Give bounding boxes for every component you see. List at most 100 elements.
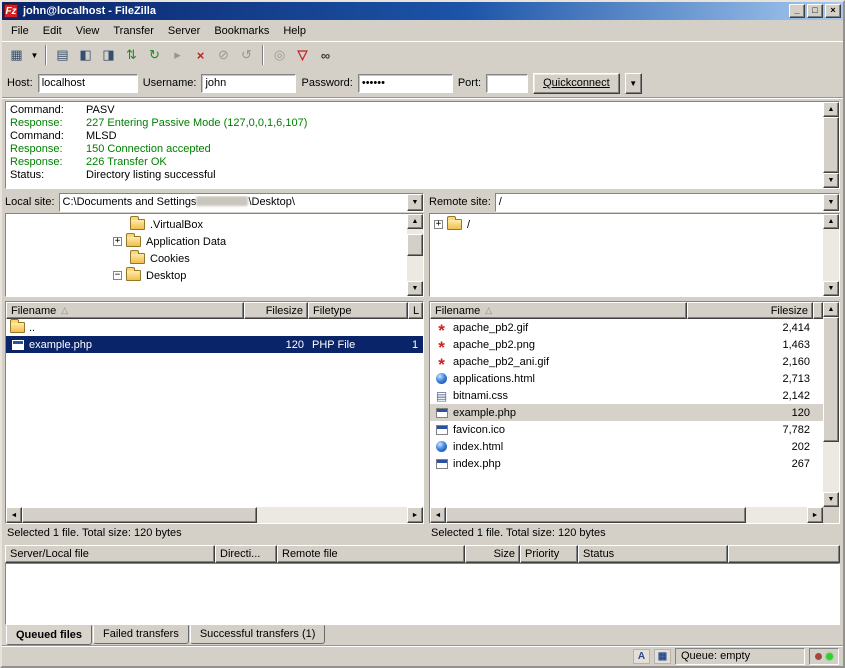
- site-manager-dropdown-icon[interactable]: ▼: [28, 44, 41, 66]
- column-header-truncated[interactable]: L: [408, 302, 423, 319]
- column-header-priority[interactable]: Priority: [520, 545, 578, 563]
- column-header-remote-file[interactable]: Remote file: [277, 545, 465, 563]
- toggle-remote-tree-icon[interactable]: ◨: [97, 44, 120, 66]
- file-row[interactable]: ..: [6, 319, 423, 336]
- queue-list[interactable]: [5, 563, 840, 625]
- combo-dropdown-icon[interactable]: ▼: [823, 194, 839, 211]
- file-row[interactable]: *apache_pb2.gif2,414: [430, 319, 823, 336]
- menu-edit[interactable]: Edit: [36, 22, 69, 40]
- menu-bookmarks[interactable]: Bookmarks: [207, 22, 276, 40]
- file-row-selected[interactable]: example.php120: [430, 404, 823, 421]
- scrollbar-thumb[interactable]: [22, 507, 257, 523]
- remote-list-scrollbar[interactable]: ▲ ▼: [823, 302, 839, 523]
- scrollbar-thumb[interactable]: [446, 507, 746, 523]
- column-header-filename[interactable]: Filename△: [6, 302, 244, 319]
- file-row[interactable]: applications.html2,713: [430, 370, 823, 387]
- remote-list-hscrollbar[interactable]: ◄ ►: [430, 507, 823, 523]
- local-site-combo[interactable]: C:\Documents and Settings\Desktop\ ▼: [59, 193, 424, 212]
- reconnect-icon[interactable]: ↺: [235, 44, 258, 66]
- column-header-direction[interactable]: Directi...: [215, 545, 277, 563]
- scrollbar-thumb[interactable]: [823, 117, 839, 173]
- quickconnect-button[interactable]: Quickconnect: [533, 73, 620, 94]
- remote-status-text: Selected 1 file. Total size: 120 bytes: [429, 524, 840, 542]
- file-row[interactable]: index.php267: [430, 455, 823, 472]
- folder-icon: [447, 219, 462, 230]
- column-header-filetype[interactable]: Filetype: [308, 302, 408, 319]
- filter-icon[interactable]: ▽: [291, 44, 314, 66]
- column-header-filename[interactable]: Filename△: [430, 302, 687, 319]
- tab-failed-transfers[interactable]: Failed transfers: [93, 625, 189, 644]
- password-input[interactable]: [358, 74, 453, 93]
- scroll-up-icon[interactable]: ▲: [823, 214, 839, 229]
- local-tree-scrollbar[interactable]: ▲ ▼: [407, 214, 423, 296]
- menu-bar: File Edit View Transfer Server Bookmarks…: [2, 20, 843, 41]
- file-row-selected[interactable]: example.php 120 PHP File 1: [6, 336, 423, 353]
- process-queue-icon[interactable]: ▸: [166, 44, 189, 66]
- file-row[interactable]: favicon.ico7,782: [430, 421, 823, 438]
- scroll-down-icon[interactable]: ▼: [823, 492, 839, 507]
- scroll-down-icon[interactable]: ▼: [823, 173, 839, 188]
- username-input[interactable]: [201, 74, 296, 93]
- find-files-icon[interactable]: ∞: [314, 44, 337, 66]
- toggle-message-log-icon[interactable]: ▤: [51, 44, 74, 66]
- menu-help[interactable]: Help: [276, 22, 313, 40]
- file-row[interactable]: ▤bitnami.css2,142: [430, 387, 823, 404]
- menu-file[interactable]: File: [4, 22, 36, 40]
- expand-icon[interactable]: +: [113, 237, 122, 246]
- tab-successful-transfers[interactable]: Successful transfers (1): [190, 625, 326, 644]
- directory-comparison-icon[interactable]: ◎: [268, 44, 291, 66]
- expand-icon[interactable]: +: [434, 220, 443, 229]
- minimize-button[interactable]: _: [789, 4, 805, 18]
- tree-item[interactable]: Cookies: [6, 250, 407, 267]
- tree-item[interactable]: .VirtualBox: [6, 216, 407, 233]
- column-header-status[interactable]: Status: [578, 545, 728, 563]
- scrollbar-thumb[interactable]: [823, 317, 839, 442]
- toggle-queue-icon[interactable]: ⇅: [120, 44, 143, 66]
- local-status-text: Selected 1 file. Total size: 120 bytes: [5, 524, 424, 542]
- port-input[interactable]: [486, 74, 528, 93]
- file-row[interactable]: *apache_pb2_ani.gif2,160: [430, 353, 823, 370]
- tree-item[interactable]: +Application Data: [6, 233, 407, 250]
- remote-tree-scrollbar[interactable]: ▲ ▼: [823, 214, 839, 296]
- combo-dropdown-icon[interactable]: ▼: [407, 194, 423, 211]
- column-header-filesize[interactable]: Filesize: [687, 302, 813, 319]
- disconnect-icon[interactable]: ⊘: [212, 44, 235, 66]
- tab-queued-files[interactable]: Queued files: [6, 625, 92, 645]
- menu-view[interactable]: View: [69, 22, 107, 40]
- quickconnect-dropdown-icon[interactable]: ▼: [625, 73, 642, 94]
- toggle-local-tree-icon[interactable]: ◧: [74, 44, 97, 66]
- refresh-icon[interactable]: ↻: [143, 44, 166, 66]
- column-header-server-local-file[interactable]: Server/Local file: [5, 545, 215, 563]
- scroll-down-icon[interactable]: ▼: [823, 281, 839, 296]
- file-row[interactable]: index.html202: [430, 438, 823, 455]
- toolbar-separator: [262, 45, 264, 65]
- host-input[interactable]: [38, 74, 138, 93]
- scroll-up-icon[interactable]: ▲: [823, 302, 839, 317]
- remote-site-combo[interactable]: / ▼: [495, 193, 840, 212]
- scroll-left-icon[interactable]: ◄: [6, 507, 22, 523]
- maximize-button[interactable]: □: [807, 4, 823, 18]
- scroll-down-icon[interactable]: ▼: [407, 281, 423, 296]
- remote-pane: Remote site: / ▼ +/ ▲ ▼ F: [429, 191, 840, 542]
- tree-item[interactable]: −Desktop: [6, 267, 407, 284]
- scroll-left-icon[interactable]: ◄: [430, 507, 446, 523]
- menu-server[interactable]: Server: [161, 22, 207, 40]
- file-row[interactable]: *apache_pb2.png1,463: [430, 336, 823, 353]
- scroll-up-icon[interactable]: ▲: [407, 214, 423, 229]
- tree-item[interactable]: +/: [430, 216, 823, 233]
- cancel-icon[interactable]: ×: [189, 44, 212, 66]
- scroll-up-icon[interactable]: ▲: [823, 102, 839, 117]
- filezilla-logo-icon: Fz: [4, 4, 18, 18]
- close-button[interactable]: ×: [825, 4, 841, 18]
- collapse-icon[interactable]: −: [113, 271, 122, 280]
- scrollbar-thumb[interactable]: [407, 234, 423, 256]
- column-header-size[interactable]: Size: [465, 545, 520, 563]
- port-label: Port:: [458, 77, 481, 89]
- site-manager-icon[interactable]: ▦: [5, 44, 28, 66]
- scroll-right-icon[interactable]: ►: [807, 507, 823, 523]
- scroll-right-icon[interactable]: ►: [407, 507, 423, 523]
- column-header-filesize[interactable]: Filesize: [244, 302, 308, 319]
- local-list-hscrollbar[interactable]: ◄ ►: [6, 507, 423, 523]
- menu-transfer[interactable]: Transfer: [106, 22, 161, 40]
- log-scrollbar[interactable]: ▲ ▼: [823, 102, 839, 188]
